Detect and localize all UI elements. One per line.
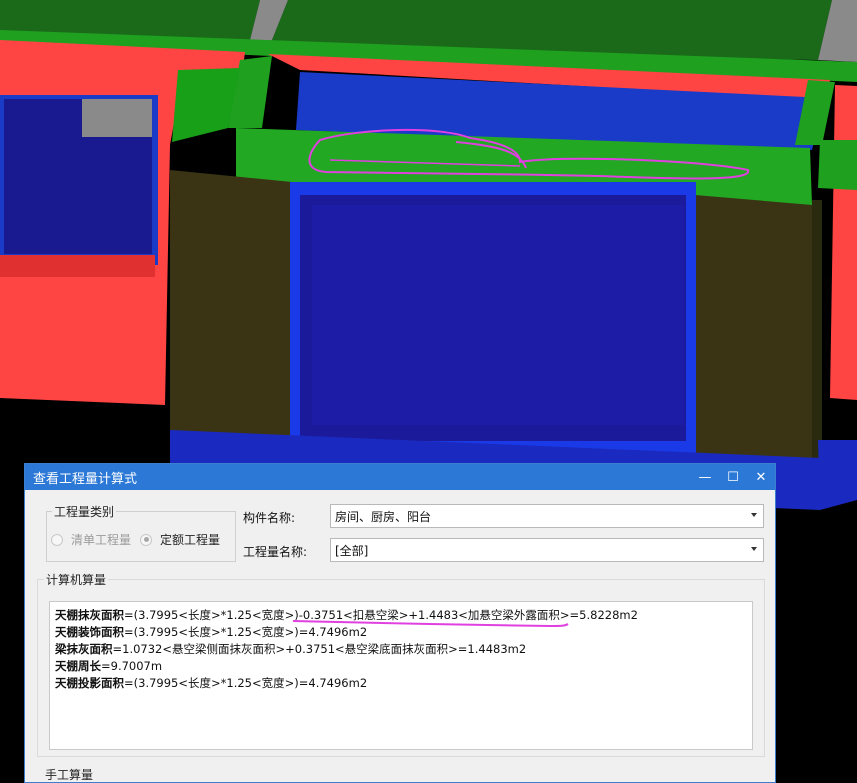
component-name-label: 构件名称:	[243, 511, 296, 525]
floor-slab-right	[818, 440, 857, 510]
radio-circle-icon	[51, 533, 63, 546]
quantity-type-group: 工程量类别 清单工程量 定额工程量	[46, 503, 236, 562]
calc-line-formula: =9.7007m	[101, 659, 163, 673]
quantity-name-value: [全部]	[335, 543, 369, 558]
radio-selected-icon	[140, 533, 152, 546]
calc-line-name: 梁抹灰面积	[55, 642, 113, 656]
calc-line: 天棚投影面积=(3.7995<长度>*1.25<宽度>)=4.7496m2	[55, 675, 367, 691]
quantity-name-select[interactable]: [全部]	[330, 538, 764, 562]
component-name-value: 房间、厨房、阳台	[335, 509, 432, 524]
quantity-name-label: 工程量名称:	[243, 545, 308, 559]
component-name-select[interactable]: 房间、厨房、阳台	[330, 504, 764, 528]
radio-quota-quantity[interactable]: 定额工程量	[140, 531, 220, 548]
calc-line-name: 天棚周长	[55, 659, 101, 673]
quantity-type-legend: 工程量类别	[52, 503, 117, 520]
window-header-grey	[82, 99, 152, 137]
computer-calc-legend: 计算机算量	[44, 571, 109, 588]
quantity-formula-dialog: 查看工程量计算式 — ☐ ✕ 工程量类别 清单工程量 定额工程量 构件名称: 房…	[24, 463, 776, 783]
column-right	[695, 195, 812, 460]
window-sill-left	[0, 255, 155, 277]
calc-line-formula: =(3.7995<长度>*1.25<宽度>)=4.7496m2	[124, 676, 368, 690]
radio-bill-quantity-label: 清单工程量	[71, 533, 132, 547]
minimize-button[interactable]: —	[691, 464, 719, 490]
column-right-edge	[812, 200, 822, 458]
radio-quota-quantity-label: 定额工程量	[160, 533, 221, 547]
dialog-title: 查看工程量计算式	[33, 471, 138, 487]
opening-inner-panel	[312, 205, 684, 425]
chevron-down-icon	[751, 547, 757, 551]
column-left	[170, 170, 292, 460]
calc-line: 梁抹灰面积=1.0732<悬空梁侧面抹灰面积>+0.3751<悬空梁底面抹灰面积…	[55, 641, 526, 657]
beam-right	[818, 140, 857, 190]
dialog-titlebar[interactable]: 查看工程量计算式 — ☐ ✕	[25, 464, 775, 490]
calc-line-formula: =1.0732<悬空梁侧面抹灰面积>+0.3751<悬空梁底面抹灰面积>=1.4…	[112, 642, 527, 656]
manual-calc-legend: 手工算量	[45, 768, 94, 782]
window-controls: — ☐ ✕	[691, 464, 775, 490]
computer-calc-text-area[interactable]: 天棚抹灰面积=(3.7995<长度>*1.25<宽度>)-0.3751<扣悬空梁…	[49, 601, 753, 750]
annotation-underline	[292, 620, 569, 628]
chevron-down-icon	[751, 513, 757, 517]
radio-bill-quantity[interactable]: 清单工程量	[51, 531, 131, 548]
close-button[interactable]: ✕	[747, 464, 775, 490]
maximize-button[interactable]: ☐	[719, 464, 747, 490]
calc-line-name: 天棚投影面积	[55, 676, 124, 690]
calc-line: 天棚周长=9.7007m	[55, 658, 162, 674]
computer-calc-group: 计算机算量 天棚抹灰面积=(3.7995<长度>*1.25<宽度>)-0.375…	[37, 571, 765, 757]
